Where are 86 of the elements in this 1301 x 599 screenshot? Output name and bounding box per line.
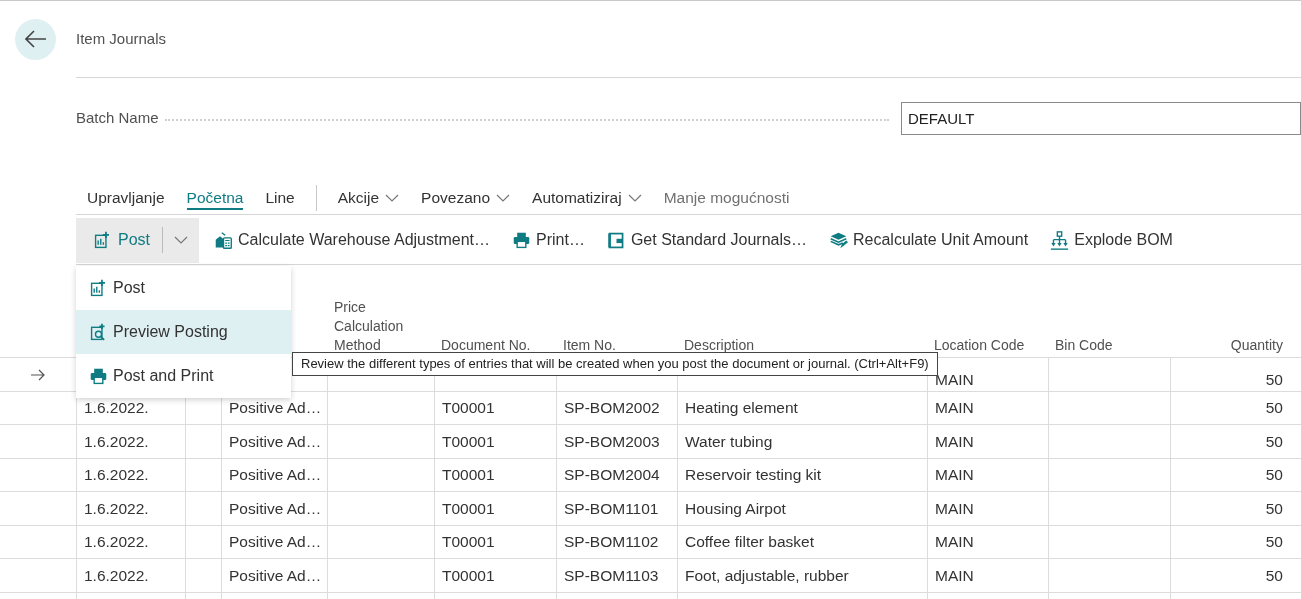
table-cell-text: MAIN [935,465,974,486]
table-cell-text: SP-BOM1102 [564,532,659,553]
toolbar-button[interactable]: Explode BOM [1050,220,1173,260]
back-button[interactable] [15,18,56,60]
action-tab[interactable]: Početna [175,180,255,215]
show-less-link[interactable]: Manje mogućnosti [652,180,801,215]
column-header[interactable]: Price Calculation Method [334,298,427,355]
table-cell-text: Positive Ad… [229,431,322,452]
table-cell-text: Positive Ad… [229,532,322,553]
table-cell-text: SP-BOM2003 [564,431,660,452]
printer-icon [89,366,108,386]
table-cell-text: Coffee filter basket [685,532,814,553]
menu-item[interactable]: Post and Print [76,354,291,398]
table-cell-text: Reservoir testing kit [685,465,822,486]
back-arrow-icon [24,30,47,48]
table-cell-text: Housing Airpot [685,498,786,519]
table-cell-text: 1.6.2022. [84,565,149,586]
action-tab[interactable]: Line [254,180,306,215]
table-cell-text: SP-BOM1101 [564,498,659,519]
page-title: Item Journals [76,28,167,49]
column-header[interactable]: Quantity [1177,336,1283,355]
table-cell-text: 1.6.2022. [84,532,149,553]
chevron-down-icon [627,193,642,202]
table-cell-text: MAIN [935,398,974,419]
column-header[interactable]: Document No. [441,336,549,355]
action-tab[interactable]: Upravljanje [76,180,176,215]
table-cell-text: 50 [1265,532,1283,553]
menu-tab[interactable]: Povezano [410,180,522,215]
tooltip: Review the different types of entries that will be created when you post the document or journal. (Ctrl+Alt+F9) [292,352,938,376]
table-cell-text: Positive Ad… [229,398,322,419]
chevron-down-icon [385,193,400,202]
table-cell-text: 1.6.2022. [84,465,149,486]
menu-tab[interactable]: Akcije [326,180,411,215]
table-cell-text: SP-BOM2004 [564,465,660,486]
table-cell-text: 50 [1265,565,1283,586]
split-button[interactable]: Post [76,217,199,263]
buildings-icon [214,230,233,250]
table-cell-text: MAIN [935,498,974,519]
menu-item[interactable]: Preview Posting [76,310,291,354]
printer-icon [512,230,531,250]
table-cell-text: 50 [1265,398,1283,419]
table-cell-text: 50 [1265,498,1283,519]
field-label: Batch Name [76,107,159,128]
table-cell-text: 1.6.2022. [84,498,149,519]
column-header[interactable]: Description [684,336,920,355]
table-cell-text: T00001 [442,398,495,419]
table-cell-text: T00001 [442,465,495,486]
table-cell-text: MAIN [935,369,974,390]
column-header[interactable]: Location Code [934,336,1041,355]
table-cell-text: 50 [1265,369,1283,390]
table-cell-text: T00001 [442,498,495,519]
post-button[interactable]: Post [76,217,162,263]
table-cell-text: Foot, adjustable, rubber [685,565,849,586]
toolbar-button[interactable]: Recalculate Unit Amount [829,220,1029,260]
column-header[interactable]: Item No. [563,336,670,355]
post-icon [89,278,108,298]
menu-item[interactable]: Post [76,266,291,310]
table-cell-text: MAIN [935,431,974,452]
toolbar-button[interactable]: Print… [512,220,585,260]
post-icon [93,230,112,250]
table-cell-text: SP-BOM2002 [564,398,660,419]
table-cell-text: T00001 [442,431,495,452]
table-cell-text: T00001 [442,565,495,586]
table-cell-text: Positive Ad… [229,465,322,486]
document-search-icon [89,322,108,342]
table-cell-text: MAIN [935,532,974,553]
current-row-arrow-icon [30,369,46,382]
hierarchy-icon [1050,230,1070,250]
table-cell-text: 50 [1265,431,1283,452]
table-cell-text: Water tubing [685,431,773,452]
table-cell-text: SP-BOM1103 [564,565,659,586]
batch-name-field[interactable]: DEFAULT [901,101,1301,135]
column-header[interactable]: Bin Code [1055,336,1163,355]
table-cell-text: Heating element [685,398,798,419]
table-cell-text: T00001 [442,532,495,553]
table-cell-text: 1.6.2022. [84,431,149,452]
toolbar-button[interactable]: Get Standard Journals… [606,220,807,260]
table-cell-text: 50 [1265,465,1283,486]
table-cell-text: 1.6.2022. [84,398,149,419]
chevron-down-icon [496,193,511,202]
chevron-down-icon [174,236,188,244]
toolbar-button[interactable]: Calculate Warehouse Adjustment… [214,220,490,260]
table-cell-text: Positive Ad… [229,565,322,586]
menu-tab[interactable]: Automatiziraj [521,180,653,215]
table-cell-text: MAIN [935,565,974,586]
table-cell-text: Positive Ad… [229,498,322,519]
